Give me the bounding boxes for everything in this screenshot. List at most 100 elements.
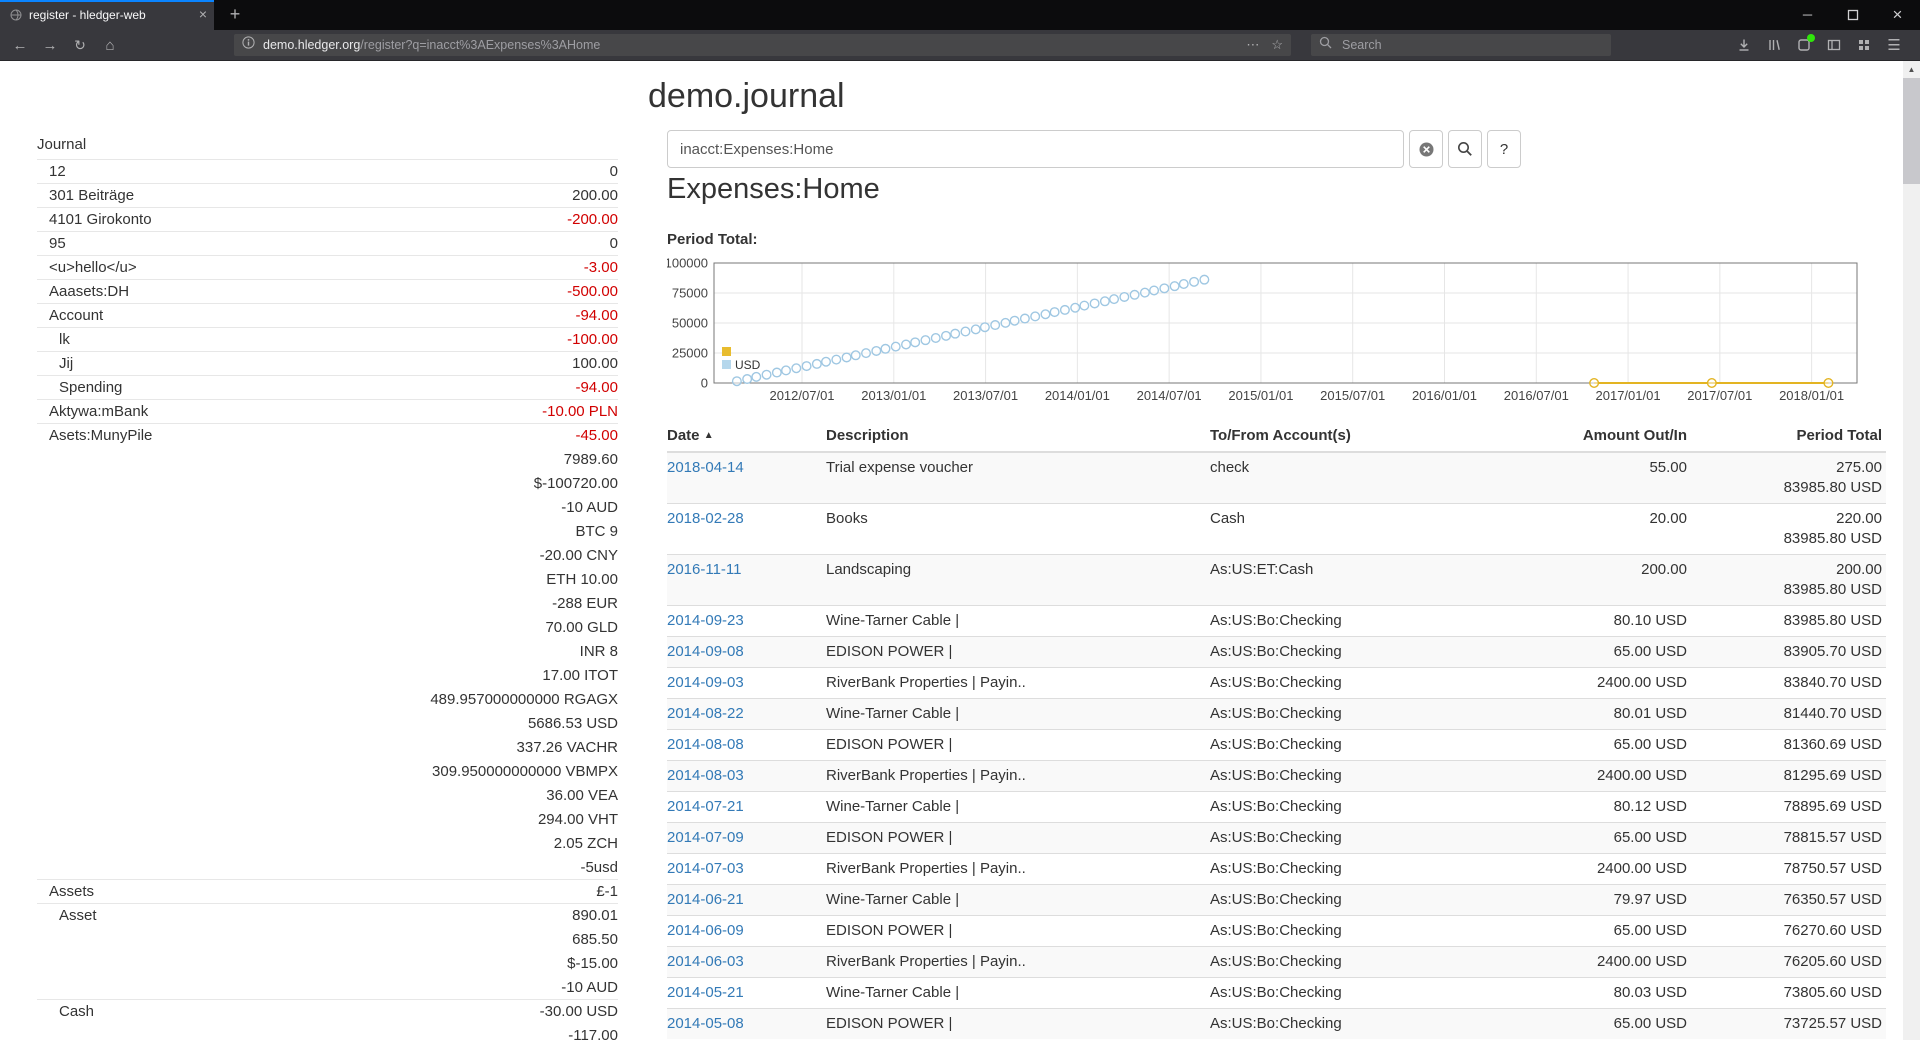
account-link[interactable]: 95 bbox=[37, 232, 66, 255]
sidebar-account-row[interactable]: 120 bbox=[37, 159, 618, 183]
home-icon[interactable]: ⌂ bbox=[98, 33, 122, 57]
query-input[interactable] bbox=[667, 130, 1404, 168]
account-balance: 100.00 bbox=[572, 352, 618, 375]
sidebar-account-row[interactable]: Jij 100.00 bbox=[37, 351, 618, 375]
sidebar-account-row[interactable]: 301 Beiträge200.00 bbox=[37, 183, 618, 207]
menu-hamburger-icon[interactable]: ☰ bbox=[1882, 33, 1906, 57]
browser-search-bar[interactable] bbox=[1311, 34, 1611, 56]
account-link[interactable]: Assets bbox=[37, 880, 94, 903]
sidebar-account-row[interactable]: 950 bbox=[37, 231, 618, 255]
cell-period-total: 83840.70 USD bbox=[1687, 668, 1886, 699]
tab-close-icon[interactable]: × bbox=[199, 6, 207, 22]
transaction-date-link[interactable]: 2014-05-21 bbox=[667, 984, 744, 1001]
account-link[interactable]: Asset bbox=[37, 904, 97, 927]
cell-period-total: 78750.57 USD bbox=[1687, 854, 1886, 885]
sidebar-toggle-icon[interactable] bbox=[1822, 33, 1846, 57]
sidebar-account-row[interactable]: Aaasets:DH-500.00 bbox=[37, 279, 618, 303]
scrollbar-up-arrow[interactable]: ▲ bbox=[1903, 61, 1920, 78]
transaction-date-link[interactable]: 2014-09-23 bbox=[667, 612, 744, 629]
window-close-button[interactable]: × bbox=[1875, 0, 1920, 30]
cell-period-total: 81360.69 USD bbox=[1687, 730, 1886, 761]
account-link[interactable]: Asets:MunyPile bbox=[37, 424, 152, 447]
cell-date: 2014-06-09 bbox=[667, 916, 826, 947]
account-link[interactable]: lk bbox=[37, 328, 70, 351]
site-info-icon[interactable] bbox=[242, 36, 255, 54]
account-link[interactable]: 301 Beiträge bbox=[37, 184, 134, 207]
help-button[interactable]: ? bbox=[1487, 130, 1521, 168]
sidebar-account-row[interactable]: Aktywa:mBank-10.00 PLN bbox=[37, 399, 618, 423]
column-header-description: Description bbox=[826, 422, 1210, 452]
x-axis-tick-label: 2015/07/01 bbox=[1320, 388, 1385, 403]
transaction-date-link[interactable]: 2014-08-22 bbox=[667, 705, 744, 722]
transaction-date-link[interactable]: 2014-09-08 bbox=[667, 643, 744, 660]
transaction-date-link[interactable]: 2018-04-14 bbox=[667, 459, 744, 476]
apps-grid-icon[interactable] bbox=[1852, 33, 1876, 57]
url-bar[interactable]: demo.hledger.org/register?q=inacct%3AExp… bbox=[234, 34, 1291, 56]
transaction-date-link[interactable]: 2014-08-03 bbox=[667, 767, 744, 784]
data-point bbox=[902, 340, 911, 349]
sidebar-account-row[interactable]: Asset 890.01 bbox=[37, 903, 618, 927]
sidebar-account-row[interactable]: Account-94.00 bbox=[37, 303, 618, 327]
cell-amount: 55.00 bbox=[1450, 452, 1687, 504]
column-header-date[interactable]: Date ▲ bbox=[667, 422, 826, 452]
sidebar-account-row[interactable]: Cash-30.00 USD bbox=[37, 999, 618, 1023]
sidebar-account-row[interactable]: <u>hello</u>-3.00 bbox=[37, 255, 618, 279]
new-tab-button[interactable]: + bbox=[220, 0, 250, 30]
journal-link[interactable]: Journal bbox=[37, 133, 618, 157]
account-link[interactable]: <u>hello</u> bbox=[37, 256, 137, 279]
cell-date: 2014-08-22 bbox=[667, 699, 826, 730]
back-icon[interactable]: ← bbox=[8, 33, 32, 57]
browser-search-input[interactable] bbox=[1340, 37, 1603, 53]
cell-account: As:US:Bo:Checking bbox=[1210, 761, 1450, 792]
transaction-date-link[interactable]: 2014-06-03 bbox=[667, 953, 744, 970]
transaction-date-link[interactable]: 2014-07-09 bbox=[667, 829, 744, 846]
cell-description: RiverBank Properties | Payin.. bbox=[826, 668, 1210, 699]
sidebar-account-row[interactable]: Asets:MunyPile-45.00 bbox=[37, 423, 618, 447]
sidebar-account-row[interactable]: lk-100.00 bbox=[37, 327, 618, 351]
account-balance: 890.01 bbox=[572, 904, 618, 927]
sidebar-account-row[interactable]: 4101 Girokonto-200.00 bbox=[37, 207, 618, 231]
data-point bbox=[792, 364, 801, 373]
bookmark-star-icon[interactable]: ☆ bbox=[1271, 37, 1283, 53]
browser-window: register - hledger-web × + ─ × ← → ↻ ⌂ d… bbox=[0, 0, 1920, 1040]
transaction-date-link[interactable]: 2014-08-08 bbox=[667, 736, 744, 753]
extension-icon[interactable] bbox=[1792, 33, 1816, 57]
data-point bbox=[1150, 286, 1159, 295]
scrollbar-thumb[interactable] bbox=[1903, 78, 1920, 184]
account-link[interactable]: 4101 Girokonto bbox=[37, 208, 152, 231]
account-balance: 685.50 bbox=[572, 928, 618, 951]
transaction-date-link[interactable]: 2014-06-09 bbox=[667, 922, 744, 939]
account-link[interactable]: Cash bbox=[37, 1000, 94, 1023]
transaction-date-link[interactable]: 2014-07-03 bbox=[667, 860, 744, 877]
sidebar-account-row[interactable]: Assets£-1 bbox=[37, 879, 618, 903]
transaction-date-link[interactable]: 2016-11-11 bbox=[667, 561, 742, 578]
account-link[interactable]: Spending bbox=[37, 376, 122, 399]
download-icon[interactable] bbox=[1732, 33, 1756, 57]
transaction-date-link[interactable]: 2014-06-21 bbox=[667, 891, 744, 908]
transaction-date-link[interactable]: 2014-05-08 bbox=[667, 1015, 744, 1032]
browser-tab[interactable]: register - hledger-web × bbox=[0, 0, 214, 30]
library-icon[interactable] bbox=[1762, 33, 1786, 57]
cell-date: 2014-09-23 bbox=[667, 606, 826, 637]
page-scrollbar[interactable]: ▲ bbox=[1903, 61, 1920, 1040]
page-actions-icon[interactable]: ⋯ bbox=[1246, 37, 1259, 53]
sidebar-account-row[interactable]: Spending-94.00 bbox=[37, 375, 618, 399]
reload-icon[interactable]: ↻ bbox=[68, 33, 92, 57]
forward-icon[interactable]: → bbox=[38, 33, 62, 57]
account-link[interactable]: Aktywa:mBank bbox=[37, 400, 148, 423]
transaction-date-link[interactable]: 2014-09-03 bbox=[667, 674, 744, 691]
account-link[interactable]: Aaasets:DH bbox=[37, 280, 129, 303]
sidebar-account-row: 337.26 VACHR bbox=[37, 735, 618, 759]
account-link[interactable]: Account bbox=[37, 304, 103, 327]
transaction-date-link[interactable]: 2018-02-28 bbox=[667, 510, 744, 527]
account-link[interactable]: 12 bbox=[37, 160, 66, 183]
transaction-date-link[interactable]: 2014-07-21 bbox=[667, 798, 744, 815]
data-point bbox=[1590, 379, 1599, 388]
clear-query-button[interactable] bbox=[1409, 130, 1443, 168]
window-maximize-button[interactable] bbox=[1830, 0, 1875, 30]
data-point bbox=[1160, 284, 1169, 293]
account-link[interactable]: Jij bbox=[37, 352, 73, 375]
x-axis-tick-label: 2015/01/01 bbox=[1228, 388, 1293, 403]
window-minimize-button[interactable]: ─ bbox=[1785, 0, 1830, 30]
submit-search-button[interactable] bbox=[1448, 130, 1482, 168]
